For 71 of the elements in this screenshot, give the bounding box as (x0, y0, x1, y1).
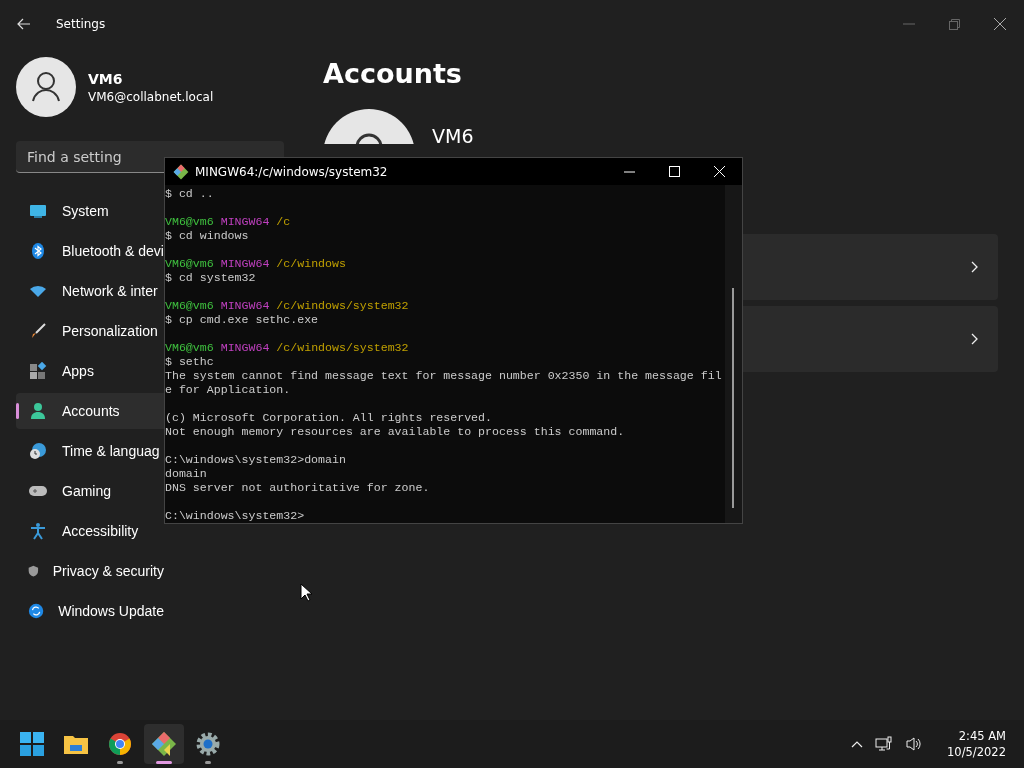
nav-item[interactable]: Apps (16, 353, 164, 389)
maximize-icon[interactable] (669, 166, 680, 177)
nav-item[interactable]: Accounts (16, 393, 164, 429)
restore-icon[interactable] (949, 18, 960, 30)
window-title: Settings (56, 17, 106, 31)
terminal-line: $ cd .. (165, 187, 214, 200)
cursor-icon (300, 583, 312, 602)
prompt-shell: MINGW64 (220, 257, 270, 270)
nav-item[interactable]: Windows Update (16, 593, 164, 629)
prompt-path: /c/windows (276, 257, 346, 270)
chevron-icon (971, 333, 978, 345)
nav-item[interactable]: Accessibility (16, 513, 164, 549)
terminal-line: DNS server not authoritative for zone. (165, 481, 430, 494)
terminal-line: e for Application. (165, 383, 291, 396)
nav-item[interactable]: Time & languag (16, 433, 164, 469)
windows-logo-icon (20, 732, 44, 756)
terminal-line: $ sethc (165, 355, 214, 368)
chevron-icon (971, 261, 978, 273)
monitor-icon (28, 203, 48, 219)
prompt-user: VM6@vm6 (165, 215, 214, 228)
nav-item[interactable]: Privacy & security (16, 553, 164, 589)
diamond-icon (151, 731, 177, 757)
clock-time: 2:45 AM (958, 728, 1006, 744)
terminal-line: C:\windows\system32> (165, 509, 305, 522)
browser-icon (108, 732, 132, 756)
terminal-line: $ cd windows (165, 229, 249, 242)
prompt-shell: MINGW64 (220, 299, 270, 312)
nav-item[interactable]: Network & inter (16, 273, 164, 309)
update-icon (28, 602, 45, 620)
terminal-line: C:\windows\system32>domain (165, 453, 346, 466)
terminal-line: $ cp cmd.exe sethc.exe (165, 313, 319, 326)
network-icon[interactable] (875, 736, 894, 752)
prompt-path: /c (276, 215, 291, 228)
terminal-line: The system cannot find message text for message number 0x2350 in the message fil (165, 369, 722, 382)
folder-icon (63, 733, 89, 755)
avatar-icon (16, 57, 76, 117)
volume-icon[interactable] (905, 736, 924, 752)
chevron-up-icon[interactable] (851, 740, 864, 748)
prompt-user: VM6@vm6 (165, 257, 214, 270)
close-icon[interactable] (994, 18, 1006, 30)
diamond-icon (173, 163, 189, 180)
globe-clock-icon (28, 442, 48, 460)
nav-item[interactable]: Personalization (16, 313, 164, 349)
wifi-icon (28, 284, 48, 298)
scrollbar-thumb[interactable] (732, 288, 734, 508)
terminal-line: (c) Microsoft Corporation. All rights reserved. (165, 411, 492, 424)
prompt-shell: MINGW64 (220, 341, 270, 354)
apps-icon (28, 362, 48, 380)
settings-icon (196, 732, 220, 756)
terminal-line: Not enough memory resources are available to process this command. (165, 425, 625, 438)
prompt-path: /c/windows/system32 (276, 299, 409, 312)
prompt-user: VM6@vm6 (165, 341, 214, 354)
prompt-shell: MINGW64 (220, 215, 270, 228)
nav-item[interactable]: Bluetooth & devi (16, 233, 164, 269)
accessibility-icon (28, 522, 48, 540)
person-icon (28, 402, 48, 420)
user-email: VM6@collabnet.local (88, 89, 214, 104)
page-title: Accounts (323, 58, 463, 89)
back-icon[interactable] (17, 18, 31, 30)
taskbar-button[interactable] (144, 724, 184, 764)
nav-item[interactable]: System (16, 193, 164, 229)
clock-date: 10/5/2022 (947, 744, 1006, 760)
terminal-line: $ cd system32 (165, 271, 256, 284)
user-name: VM6 (88, 70, 124, 87)
gamepad-icon (28, 484, 48, 498)
prompt-path: /c/windows/system32 (276, 341, 409, 354)
nav-item[interactable]: Gaming (16, 473, 164, 509)
clock[interactable]: 2:45 AM 10/5/2022 (947, 728, 1006, 760)
terminal-line: domain (165, 467, 207, 480)
prompt-user: VM6@vm6 (165, 299, 214, 312)
profile-name: VM6 (432, 125, 474, 147)
